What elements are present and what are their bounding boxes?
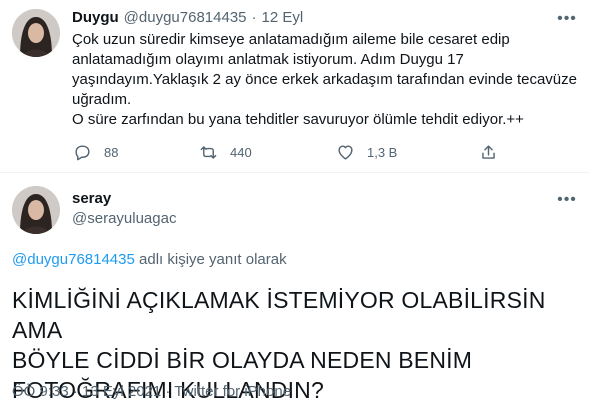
author-name[interactable]: Duygu bbox=[72, 9, 119, 26]
author-name[interactable]: seray bbox=[72, 190, 111, 207]
profile-photo bbox=[12, 9, 60, 57]
share-button[interactable] bbox=[479, 143, 498, 162]
reply-icon bbox=[75, 145, 90, 161]
avatar[interactable] bbox=[12, 186, 60, 234]
avatar[interactable] bbox=[12, 9, 60, 57]
more-horizontal-icon[interactable]: ••• bbox=[557, 190, 577, 210]
reply-context-label: adlı kişiye yanıt olarak bbox=[139, 251, 287, 268]
tweet-text-line: anlatamadığım olayımı anlatmak istiyorum… bbox=[72, 51, 464, 68]
author-handle[interactable]: @duygu76814435 bbox=[124, 9, 247, 26]
tweet-text: Çok uzun süredir kimseye anlatamadığım a… bbox=[72, 30, 577, 130]
like-icon bbox=[338, 145, 353, 160]
more-horizontal-icon[interactable]: ••• bbox=[557, 9, 577, 29]
tweet-text-line: Çok uzun süredir kimseye anlatamadığım a… bbox=[72, 31, 510, 48]
tweet-text-line: uğradım. bbox=[72, 91, 132, 108]
divider bbox=[0, 172, 589, 173]
tweet-text-line: O süre zarfından bu yana tehditler savur… bbox=[72, 111, 524, 128]
profile-photo bbox=[12, 186, 60, 234]
like-count: 1,3 B bbox=[367, 145, 398, 160]
retweet-icon bbox=[200, 146, 217, 159]
tweet-text-line: BÖYLE CİDDİ BİR OLAYDA NEDEN BENİM bbox=[12, 347, 473, 373]
reply-button[interactable]: 88 bbox=[73, 143, 118, 162]
reply-count: 88 bbox=[104, 145, 119, 160]
tweet-timestamp[interactable]: ÖÖ 9:33 · 13 Eyl 2021 · Twitter for iPho… bbox=[12, 383, 291, 400]
tweet-date[interactable]: 12 Eyl bbox=[262, 9, 304, 26]
author-handle[interactable]: @serayuluagac bbox=[72, 210, 176, 227]
reply-context: @duygu76814435 adlı kişiye yanıt olarak bbox=[12, 251, 287, 268]
reply-to-handle-link[interactable]: @duygu76814435 bbox=[12, 251, 135, 268]
tweet-text-line: KİMLİĞİNİ AÇIKLAMAK İSTEMİYOR OLABİLİRSİ… bbox=[12, 287, 546, 343]
like-button[interactable]: 1,3 B bbox=[336, 143, 397, 162]
share-icon bbox=[482, 145, 495, 159]
retweet-button[interactable]: 440 bbox=[199, 143, 252, 162]
retweet-count: 440 bbox=[230, 145, 252, 160]
tweet-text-line: yaşındayım.Yaklaşık 2 ay önce erkek arka… bbox=[72, 71, 577, 88]
separator-dot: · bbox=[251, 9, 257, 26]
